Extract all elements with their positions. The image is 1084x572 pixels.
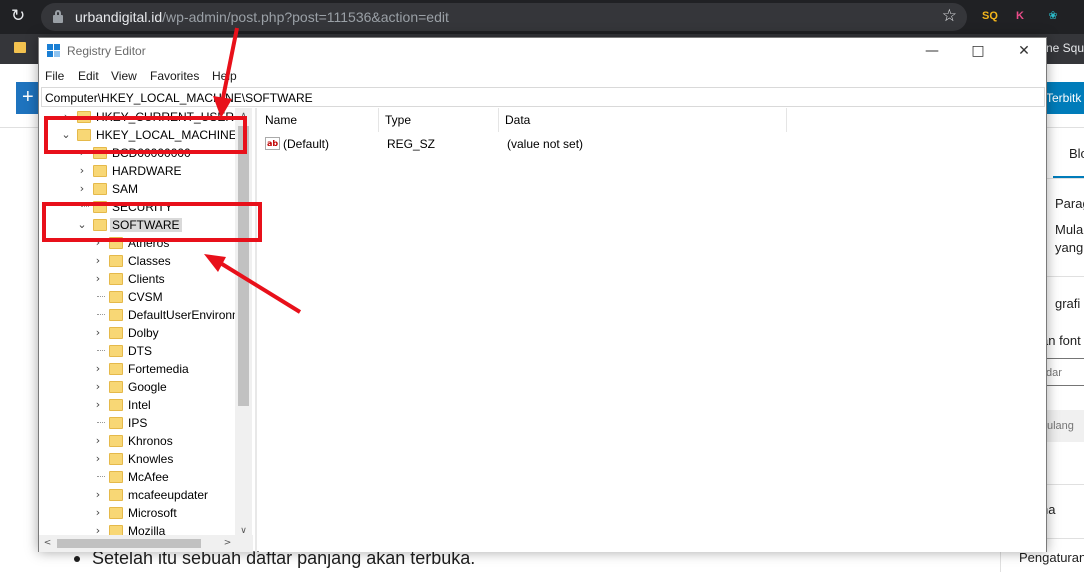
- arrow-to-software: [204, 254, 302, 314]
- annotation-arrows: [204, 27, 302, 314]
- arrow-down-to-hklm: [213, 27, 239, 118]
